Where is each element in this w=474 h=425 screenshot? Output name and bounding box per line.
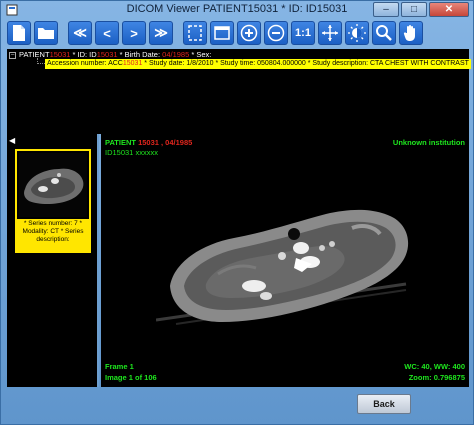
minimize-button[interactable]: – (373, 2, 399, 17)
series-collapse-arrow[interactable]: ◀ (9, 136, 15, 145)
bottom-bar: Back (7, 387, 469, 423)
zoom-in-icon[interactable] (237, 21, 261, 45)
redaction-mark: 15031 (49, 50, 71, 59)
magnifier-icon[interactable] (372, 21, 396, 45)
ct-slice-image (156, 209, 409, 325)
series-thumbnail[interactable]: * Series number: 7 * Modality: CT * Seri… (15, 149, 91, 253)
first-image-button[interactable]: ≪ (68, 21, 92, 45)
accession-label: Accession number: ACC (47, 60, 123, 67)
maximize-button[interactable]: □ (401, 2, 427, 17)
overlay-patient-label: PATIENT (105, 138, 136, 147)
back-button[interactable]: Back (357, 394, 411, 414)
close-button[interactable]: ✕ (429, 2, 469, 17)
collapse-toggle[interactable]: − (9, 51, 16, 59)
redaction-mark: 15031 (96, 50, 118, 59)
overlay-institution: Unknown institution (392, 138, 465, 147)
redaction-mark: 04/1985 (162, 50, 190, 59)
ct-thumbnail-image (19, 153, 87, 217)
overlay-frame: Frame 1 (105, 362, 134, 371)
actual-size-button[interactable]: 1:1 (291, 21, 315, 45)
previous-image-button[interactable]: < (95, 21, 119, 45)
fit-frame-icon[interactable] (183, 21, 207, 45)
overlay-name-redacted: ID15031 xxxxxx (105, 148, 158, 157)
overlay-image-counter: Image 1 of 106 (105, 373, 157, 382)
hand-icon[interactable] (399, 21, 423, 45)
birth-date-label: * Birth Date: (117, 50, 163, 59)
new-document-icon[interactable] (7, 21, 31, 45)
pan-icon[interactable] (318, 21, 342, 45)
overlay-window-level: WC: 40, WW: 400 (404, 362, 465, 371)
image-viewport[interactable]: PATIENT 15031 , 04/1985 ID15031 xxxxxx U… (101, 134, 469, 387)
overlay-zoom: Zoom: 0.796875 (408, 373, 465, 382)
toolbar: ≪ < > ≫ 1:1 (7, 21, 423, 47)
redaction-mark: 15031 , 04/1985 (138, 138, 193, 147)
zoom-out-icon[interactable] (264, 21, 288, 45)
sex-label: * Sex: (189, 50, 212, 59)
last-image-button[interactable]: ≫ (149, 21, 173, 45)
study-details: * Study date: 1/8/2010 * Study time: 050… (142, 60, 469, 67)
next-image-button[interactable]: > (122, 21, 146, 45)
title-bar[interactable]: DICOM Viewer PATIENT15031 * ID: ID15031 … (1, 1, 473, 19)
study-info-panel: − PATIENT15031 * ID: ID15031 * Birth Date… (7, 49, 471, 134)
series-caption: * Series number: 7 * Modality: CT * Seri… (17, 219, 89, 251)
redaction-mark: 15031 (122, 60, 143, 67)
dicom-viewer-window: DICOM Viewer PATIENT15031 * ID: ID15031 … (0, 0, 474, 425)
series-panel: ◀ * Series number: 7 * Modality: CT * Se… (7, 134, 99, 387)
id-label: * ID: ID (70, 50, 97, 59)
study-info-line[interactable]: Accession number: ACC15031 * Study date:… (45, 59, 471, 69)
overlay-patient: PATIENT 15031 , 04/1985 (105, 138, 192, 147)
tree-connector (37, 58, 45, 64)
contrast-icon[interactable] (345, 21, 369, 45)
window-icon[interactable] (210, 21, 234, 45)
open-folder-icon[interactable] (34, 21, 58, 45)
